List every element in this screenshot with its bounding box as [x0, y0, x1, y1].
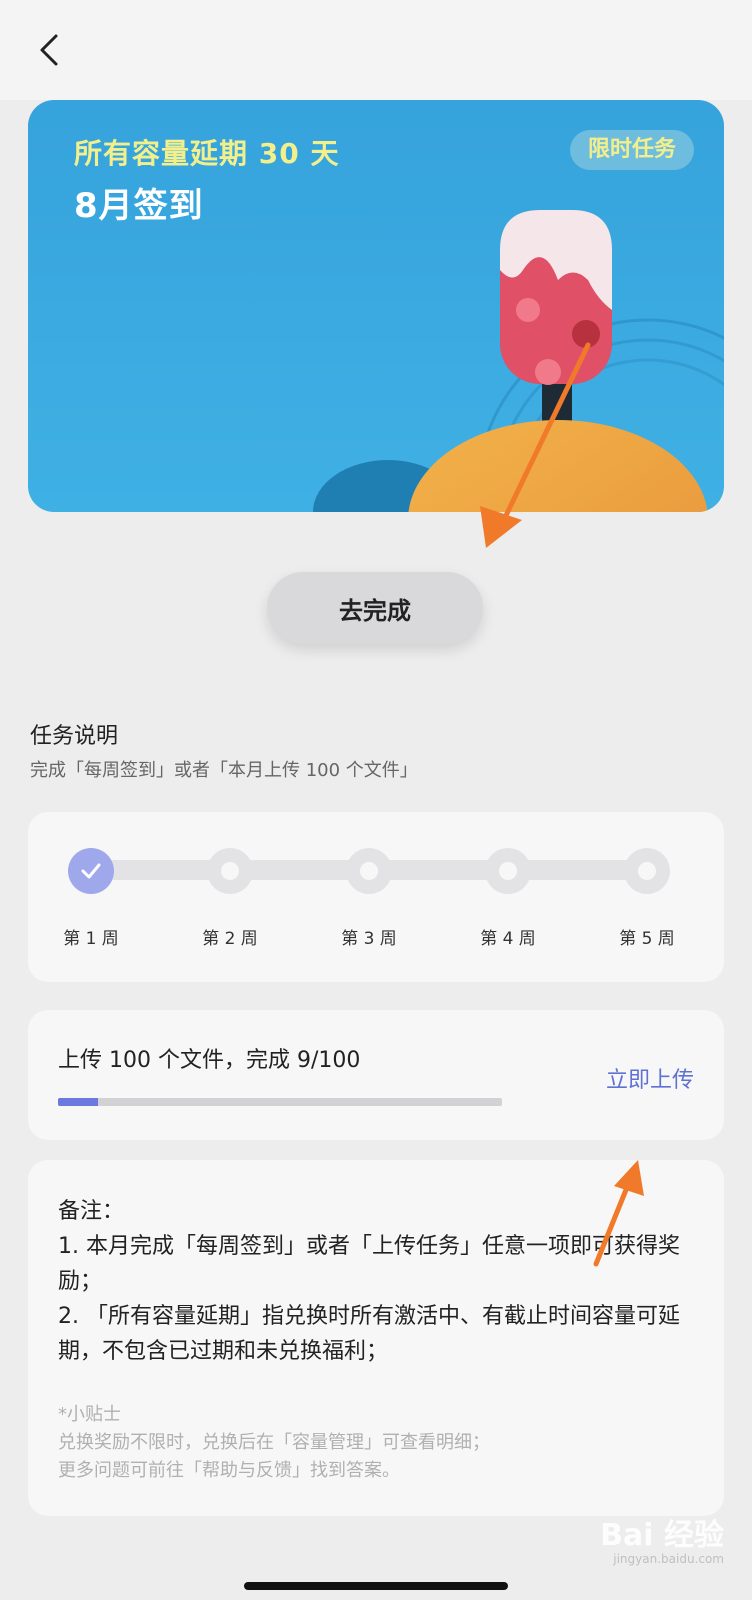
banner-subtitle: 所有容量延期 30 天 [74, 137, 340, 170]
limited-task-badge: 限时任务 [569, 130, 694, 170]
notes-card: 备注： 1. 本月完成「每周签到」或者「上传任务」任意一项即可获得奖励； 2. … [28, 1160, 724, 1516]
week-label: 第 4 周 [480, 929, 536, 949]
week-node-5 [624, 848, 670, 894]
week-node-4 [485, 848, 531, 894]
go-complete-button[interactable]: 去完成 [267, 572, 483, 644]
task-description-text: 完成「每周签到」或者「本月上传 100 个文件」 [30, 760, 418, 781]
week-node-1 [68, 848, 114, 894]
upload-progress-bar [58, 1098, 502, 1106]
task-description-title: 任务说明 [30, 724, 119, 749]
week-node-3 [346, 848, 392, 894]
notes-line-2: 2. 「所有容量延期」指兑换时所有激活中、有截止时间容量可延期，不包含已过期和未… [58, 1304, 680, 1364]
top-bar [0, 0, 752, 100]
task-banner: 所有容量延期 30 天 8月签到 限时任务 [28, 100, 724, 512]
upload-task-card: 上传 100 个文件，完成 9/100 立即上传 [28, 1010, 724, 1140]
week-label: 第 1 周 [63, 929, 119, 949]
upload-progress-text: 上传 100 个文件，完成 9/100 [58, 1048, 361, 1073]
baidu-watermark: Bai 经验 [600, 1510, 724, 1554]
watermark-text: Bai 经验 [600, 1518, 724, 1553]
back-button[interactable] [28, 28, 68, 72]
week-node-2 [207, 848, 253, 894]
upload-now-link[interactable]: 立即上传 [606, 1062, 694, 1094]
tips-heading: *小贴士 [58, 1404, 121, 1425]
notes-heading: 备注： [58, 1199, 125, 1224]
tips-line-2: 更多问题可前往「帮助与反馈」找到答案。 [58, 1460, 400, 1481]
week-label: 第 2 周 [202, 929, 258, 949]
banner-title: 8月签到 [74, 186, 204, 226]
upload-progress-fill [58, 1098, 98, 1106]
notes-line-1: 1. 本月完成「每周签到」或者「上传任务」任意一项即可获得奖励； [58, 1234, 680, 1294]
week-label: 第 3 周 [341, 929, 397, 949]
watermark-url: jingyan.baidu.com [613, 1552, 724, 1566]
week-label: 第 5 周 [619, 929, 675, 949]
tips-line-1: 兑换奖励不限时，兑换后在「容量管理」可查看明细； [58, 1432, 490, 1453]
chevron-left-icon [40, 34, 58, 66]
weekly-checkin-card: 第 1 周 第 2 周 第 3 周 第 4 周 第 5 周 [28, 812, 724, 982]
checkmark-icon [81, 863, 101, 879]
home-indicator[interactable] [244, 1582, 508, 1590]
